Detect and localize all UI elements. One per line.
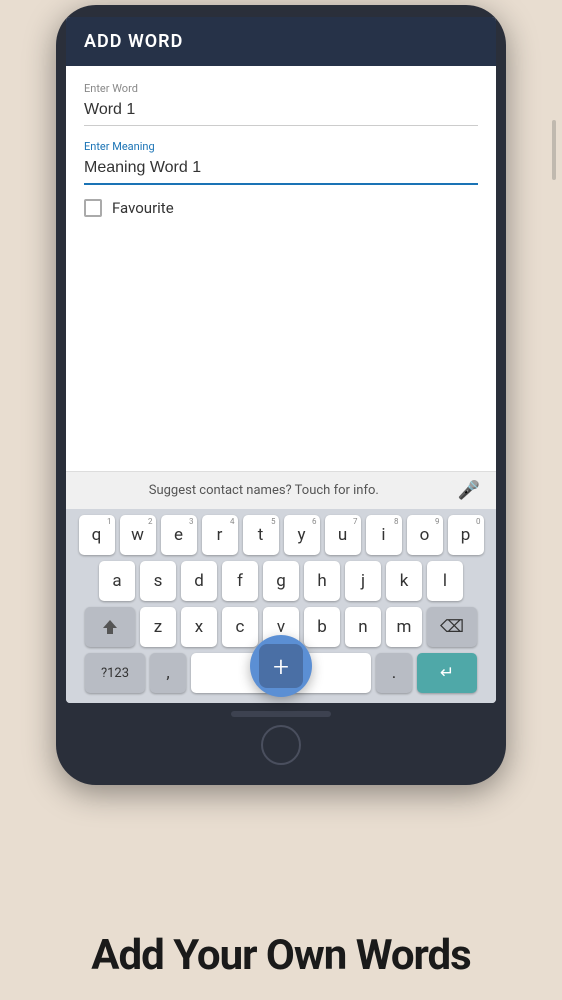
key-period[interactable]: . xyxy=(376,653,412,693)
meaning-field-group: Enter Meaning xyxy=(84,140,478,185)
word-label: Enter Word xyxy=(84,82,478,95)
key-h[interactable]: h xyxy=(304,561,340,601)
key-t[interactable]: 5t xyxy=(243,515,279,555)
key-w[interactable]: 2w xyxy=(120,515,156,555)
fab-button[interactable]: + xyxy=(250,635,312,697)
shift-icon xyxy=(101,618,119,636)
key-b[interactable]: b xyxy=(304,607,340,647)
key-f[interactable]: f xyxy=(222,561,258,601)
key-j[interactable]: j xyxy=(345,561,381,601)
key-r[interactable]: 4r xyxy=(202,515,238,555)
favourite-label: Favourite xyxy=(112,199,174,217)
key-numbers[interactable]: ?123 xyxy=(85,653,145,693)
key-u[interactable]: 7u xyxy=(325,515,361,555)
key-i[interactable]: 8i xyxy=(366,515,402,555)
key-e[interactable]: 3e xyxy=(161,515,197,555)
key-s[interactable]: s xyxy=(140,561,176,601)
meaning-input[interactable] xyxy=(84,157,478,185)
phone-frame: ADD WORD Enter Word Enter Meaning Favour… xyxy=(56,5,506,785)
keyboard-suggestion-bar[interactable]: Suggest contact names? Touch for info. 🎤 xyxy=(66,471,496,509)
phone-screen: ADD WORD Enter Word Enter Meaning Favour… xyxy=(66,17,496,703)
key-x[interactable]: x xyxy=(181,607,217,647)
key-shift[interactable] xyxy=(85,607,135,647)
meaning-label: Enter Meaning xyxy=(84,140,478,153)
key-n[interactable]: n xyxy=(345,607,381,647)
key-p[interactable]: 0p xyxy=(448,515,484,555)
key-l[interactable]: l xyxy=(427,561,463,601)
key-g[interactable]: g xyxy=(263,561,299,601)
word-input[interactable] xyxy=(84,99,478,126)
keyboard-row-2: a s d f g h j k l xyxy=(70,561,492,601)
empty-area xyxy=(66,229,496,471)
key-m[interactable]: m xyxy=(386,607,422,647)
key-q[interactable]: 1q xyxy=(79,515,115,555)
word-field-group: Enter Word xyxy=(84,82,478,126)
bottom-text-content: Add Your Own Words xyxy=(0,931,562,980)
key-k[interactable]: k xyxy=(386,561,422,601)
form-area: Enter Word Enter Meaning Favourite xyxy=(66,66,496,229)
app-header: ADD WORD xyxy=(66,17,496,66)
key-c[interactable]: c xyxy=(222,607,258,647)
keyboard-row-1: 1q 2w 3e 4r 5t 6y 7u 8i 9o 0p xyxy=(70,515,492,555)
key-comma[interactable]: , xyxy=(150,653,186,693)
key-y[interactable]: 6y xyxy=(284,515,320,555)
key-a[interactable]: a xyxy=(99,561,135,601)
fab-icon: + xyxy=(259,644,303,688)
suggestion-text: Suggest contact names? Touch for info. xyxy=(82,483,446,498)
key-z[interactable]: z xyxy=(140,607,176,647)
key-o[interactable]: 9o xyxy=(407,515,443,555)
favourite-checkbox[interactable] xyxy=(84,199,102,217)
phone-bottom xyxy=(231,703,331,765)
scroll-indicator xyxy=(552,120,556,180)
speaker-bar xyxy=(231,711,331,717)
mic-icon[interactable]: 🎤 xyxy=(458,480,480,501)
key-enter[interactable]: ↵ xyxy=(417,653,477,693)
bottom-text-area: Add Your Own Words xyxy=(0,931,562,980)
key-d[interactable]: d xyxy=(181,561,217,601)
app-header-title: ADD WORD xyxy=(84,31,478,52)
favourite-row[interactable]: Favourite xyxy=(84,199,478,217)
home-indicator[interactable] xyxy=(261,725,301,765)
key-backspace[interactable]: ⌫ xyxy=(427,607,477,647)
